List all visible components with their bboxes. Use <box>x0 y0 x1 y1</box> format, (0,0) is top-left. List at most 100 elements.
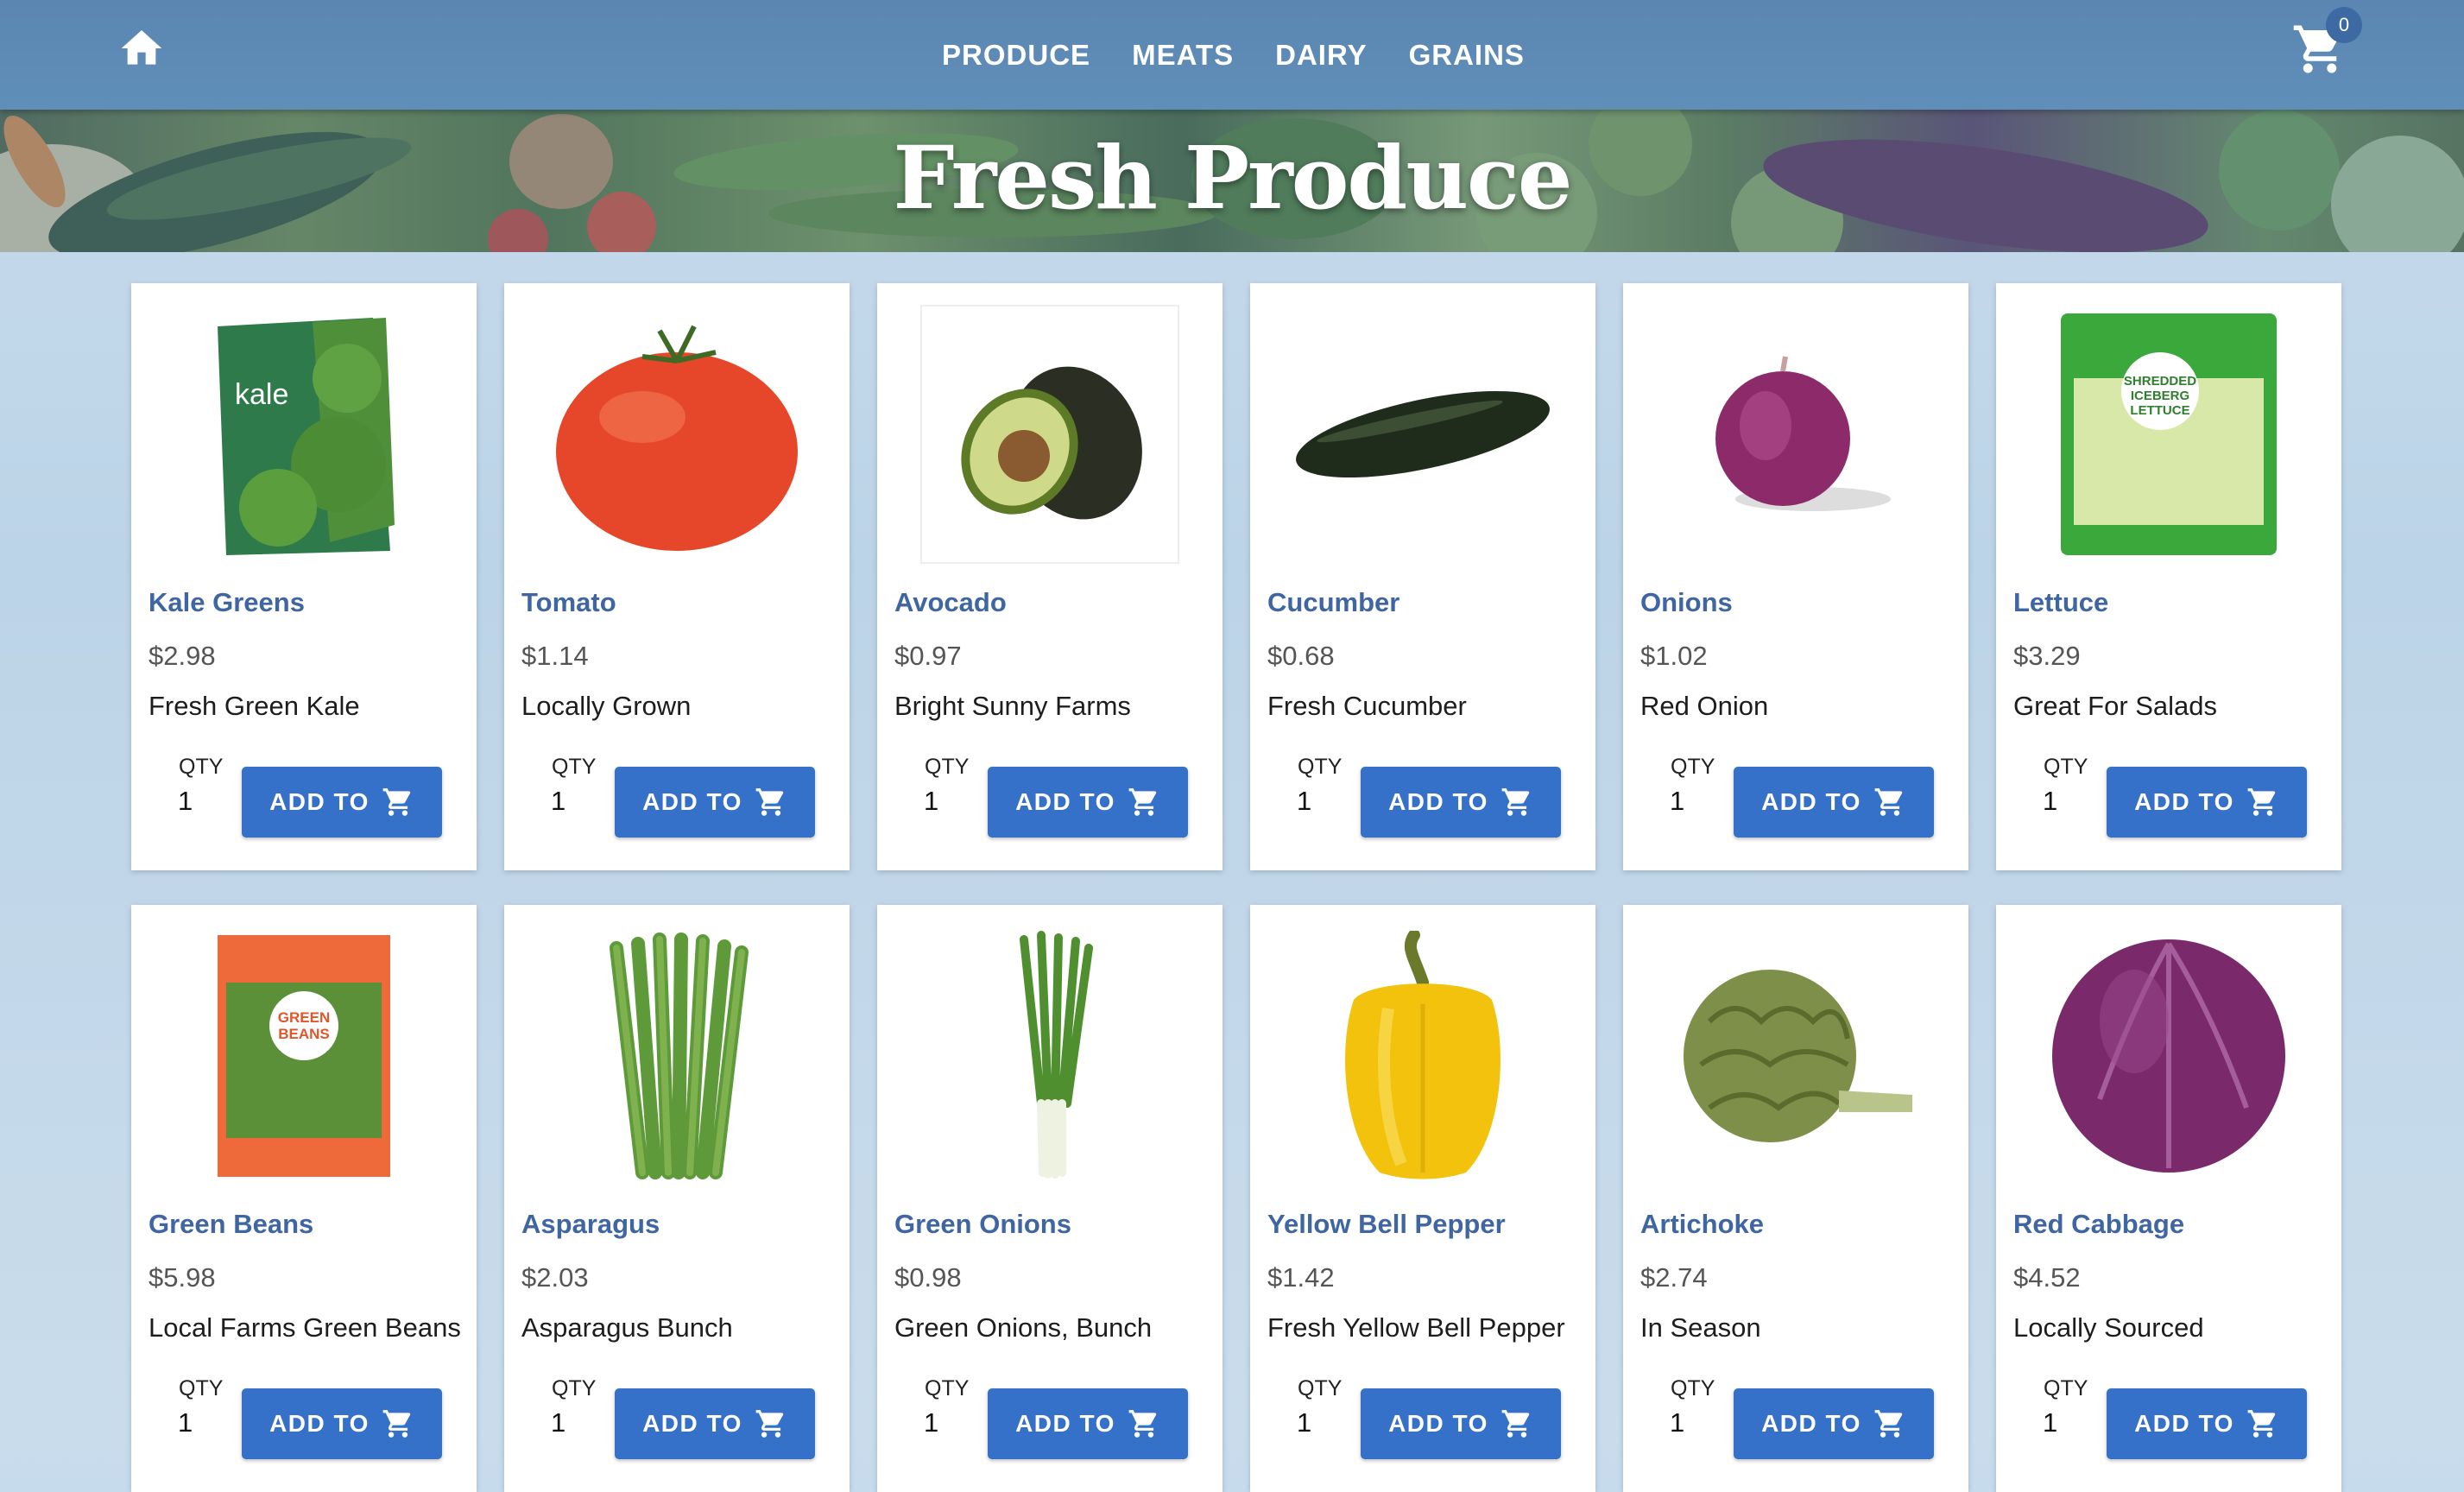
nav-link-produce[interactable]: PRODUCE <box>942 39 1090 72</box>
product-price: $3.29 <box>2013 641 2081 671</box>
add-to-cart-button[interactable]: ADD TO <box>988 1388 1188 1459</box>
product-description: Fresh Yellow Bell Pepper <box>1267 1312 1565 1343</box>
add-to-cart-button[interactable]: ADD TO <box>1361 767 1561 838</box>
product-card: Tomato $1.14 Locally Grown QTY ADD TO <box>504 283 850 870</box>
qty-input[interactable] <box>2043 784 2077 819</box>
top-navbar: PRODUCE MEATS DAIRY GRAINS 0 <box>0 0 2464 110</box>
nav-link-dairy[interactable]: DAIRY <box>1275 39 1367 72</box>
product-name[interactable]: Yellow Bell Pepper <box>1267 1209 1506 1240</box>
add-to-cart-button[interactable]: ADD TO <box>1361 1388 1561 1459</box>
add-to-cart-button[interactable]: ADD TO <box>615 767 815 838</box>
product-grid: kale Kale Greens $2.98 Fresh Green Kale … <box>131 283 2341 1492</box>
qty-input[interactable] <box>2043 1406 2077 1440</box>
cart-icon <box>2247 788 2276 816</box>
product-image-yellow-pepper <box>1267 922 1578 1190</box>
product-name[interactable]: Lettuce <box>2013 587 2108 618</box>
add-to-cart-button[interactable]: ADD TO <box>615 1388 815 1459</box>
qty-label: QTY <box>1671 755 1715 779</box>
cart-count-badge: 0 <box>2326 7 2362 43</box>
product-description: Fresh Green Kale <box>148 691 360 721</box>
qty-input[interactable] <box>1297 1406 1331 1440</box>
add-to-cart-button[interactable]: ADD TO <box>2107 767 2307 838</box>
product-card: Red Cabbage $4.52 Locally Sourced QTY AD… <box>1996 905 2341 1492</box>
product-name[interactable]: Green Beans <box>148 1209 313 1240</box>
product-name[interactable]: Green Onions <box>894 1209 1071 1240</box>
product-image-kale: kale <box>148 300 459 568</box>
product-card: Cucumber $0.68 Fresh Cucumber QTY ADD TO <box>1250 283 1595 870</box>
cart-icon <box>755 788 784 816</box>
add-to-cart-button[interactable]: ADD TO <box>242 767 442 838</box>
qty-label: QTY <box>552 755 597 779</box>
product-price: $2.74 <box>1640 1262 1708 1293</box>
qty-label: QTY <box>179 1376 224 1400</box>
product-card: Onions $1.02 Red Onion QTY ADD TO <box>1623 283 1968 870</box>
product-price: $2.98 <box>148 641 216 671</box>
product-card: kale Kale Greens $2.98 Fresh Green Kale … <box>131 283 477 870</box>
product-price: $0.68 <box>1267 641 1335 671</box>
add-to-cart-label: ADD TO <box>1388 1410 1488 1437</box>
add-to-cart-label: ADD TO <box>1761 788 1861 815</box>
qty-input[interactable] <box>551 1406 585 1440</box>
product-image-avocado <box>894 300 1205 568</box>
product-name[interactable]: Tomato <box>521 587 616 618</box>
product-image-green-onions <box>894 922 1205 1190</box>
add-to-cart-button[interactable]: ADD TO <box>242 1388 442 1459</box>
product-card: SHREDDED ICEBERG LETTUCE Lettuce $3.29 G… <box>1996 283 2341 870</box>
add-to-cart-button[interactable]: ADD TO <box>988 767 1188 838</box>
qty-input[interactable] <box>178 784 212 819</box>
product-card: Yellow Bell Pepper $1.42 Fresh Yellow Be… <box>1250 905 1595 1492</box>
product-description: Green Onions, Bunch <box>894 1312 1153 1343</box>
product-name[interactable]: Cucumber <box>1267 587 1399 618</box>
add-to-cart-label: ADD TO <box>642 1410 742 1437</box>
product-price: $1.42 <box>1267 1262 1335 1293</box>
product-name[interactable]: Asparagus <box>521 1209 660 1240</box>
qty-label: QTY <box>925 755 970 779</box>
add-to-cart-label: ADD TO <box>1015 788 1115 815</box>
add-to-cart-label: ADD TO <box>269 788 370 815</box>
page-title: Fresh Produce <box>893 126 1572 229</box>
product-name[interactable]: Kale Greens <box>148 587 305 618</box>
product-name[interactable]: Avocado <box>894 587 1007 618</box>
qty-input[interactable] <box>1670 1406 1704 1440</box>
product-name[interactable]: Red Cabbage <box>2013 1209 2184 1240</box>
product-price: $1.02 <box>1640 641 1708 671</box>
qty-label: QTY <box>552 1376 597 1400</box>
product-name[interactable]: Artichoke <box>1640 1209 1764 1240</box>
add-to-cart-button[interactable]: ADD TO <box>2107 1388 2307 1459</box>
product-image-cucumber <box>1267 300 1578 568</box>
product-image-green-beans: GREEN BEANS <box>148 922 459 1190</box>
qty-label: QTY <box>2044 755 2088 779</box>
add-to-cart-button[interactable]: ADD TO <box>1734 1388 1934 1459</box>
qty-label: QTY <box>179 755 224 779</box>
svg-text:ICEBERG: ICEBERG <box>2131 389 2189 403</box>
product-name[interactable]: Onions <box>1640 587 1733 618</box>
nav-link-grains[interactable]: GRAINS <box>1409 39 1525 72</box>
product-image-lettuce: SHREDDED ICEBERG LETTUCE <box>2013 300 2324 568</box>
product-price: $0.97 <box>894 641 962 671</box>
product-description: Red Onion <box>1640 691 1769 721</box>
qty-input[interactable] <box>178 1406 212 1440</box>
qty-input[interactable] <box>1670 784 1704 819</box>
nav-link-meats[interactable]: MEATS <box>1132 39 1234 72</box>
product-image-red-onion <box>1640 300 1951 568</box>
product-card: GREEN BEANS Green Beans $5.98 Local Farm… <box>131 905 477 1492</box>
qty-input[interactable] <box>924 1406 958 1440</box>
qty-input[interactable] <box>551 784 585 819</box>
add-to-cart-label: ADD TO <box>2134 1410 2234 1437</box>
product-description: Bright Sunny Farms <box>894 691 1131 721</box>
product-image-red-cabbage <box>2013 922 2324 1190</box>
product-card: Green Onions $0.98 Green Onions, Bunch Q… <box>877 905 1223 1492</box>
qty-input[interactable] <box>924 784 958 819</box>
product-price: $4.52 <box>2013 1262 2081 1293</box>
qty-label: QTY <box>1298 755 1343 779</box>
product-description: Asparagus Bunch <box>521 1312 733 1343</box>
cart-icon <box>1128 788 1157 816</box>
product-description: In Season <box>1640 1312 1761 1343</box>
qty-input[interactable] <box>1297 784 1331 819</box>
product-description: Great For Salads <box>2013 691 2218 721</box>
add-to-cart-button[interactable]: ADD TO <box>1734 767 1934 838</box>
product-description: Locally Grown <box>521 691 692 721</box>
qty-label: QTY <box>1671 1376 1715 1400</box>
product-image-tomato <box>521 300 832 568</box>
cart-icon <box>382 788 411 816</box>
